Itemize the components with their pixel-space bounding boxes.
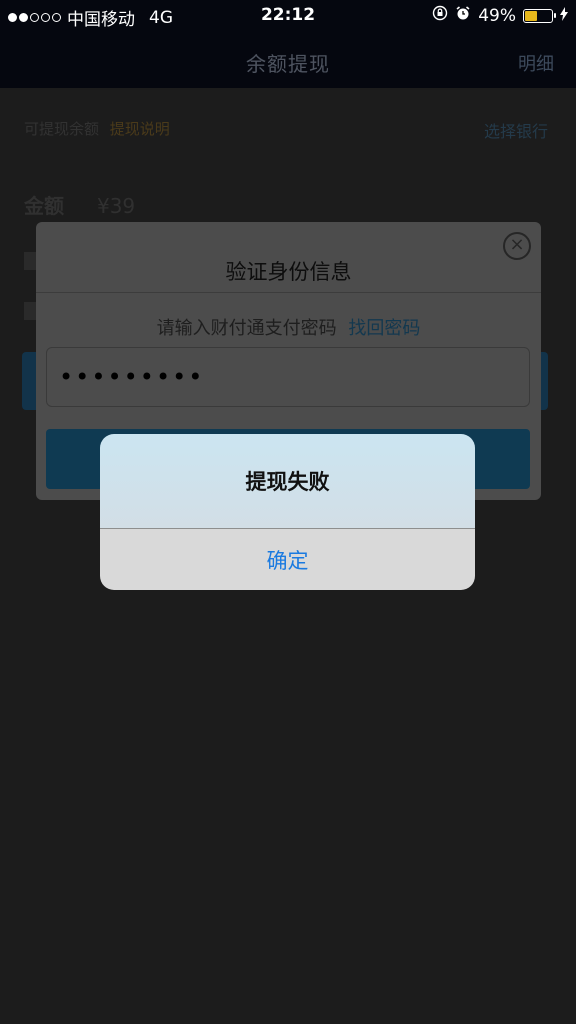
alert-body: 提现失败 [100, 434, 475, 528]
alert-dialog: 提现失败 确定 [100, 434, 475, 590]
battery-icon [523, 8, 556, 23]
charging-icon [560, 6, 568, 26]
status-right: 49% [432, 5, 568, 26]
orientation-lock-icon [432, 5, 448, 26]
battery-percent: 49% [478, 5, 516, 26]
status-bar: 中国移动 4G 22:12 49% [0, 0, 576, 30]
alert-confirm-button[interactable]: 确定 [100, 529, 475, 590]
alert-title: 提现失败 [245, 470, 330, 494]
alarm-icon [455, 5, 471, 26]
